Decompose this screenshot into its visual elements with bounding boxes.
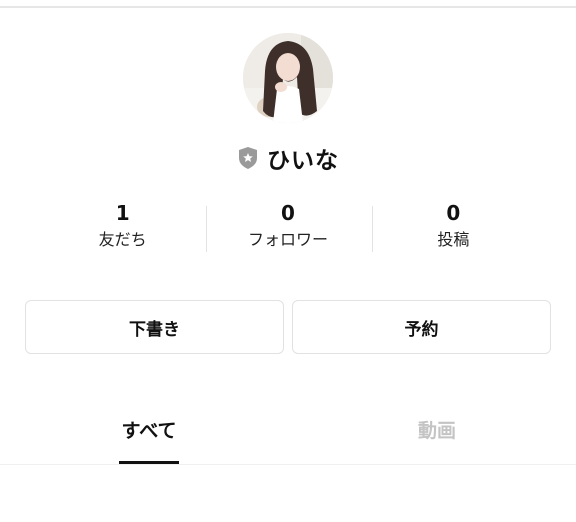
stat-posts-value: 0 bbox=[446, 201, 461, 225]
profile-page: ひいな 1 友だち 0 フォロワー 0 投稿 下書き 予約 すべて 動画 bbox=[0, 0, 576, 522]
stat-divider bbox=[372, 206, 373, 252]
profile-name-row: ひいな bbox=[0, 140, 576, 176]
tab-videos[interactable]: 動画 bbox=[387, 395, 487, 463]
stat-friends[interactable]: 1 友だち bbox=[40, 199, 205, 259]
shield-star-icon bbox=[237, 146, 259, 170]
profile-name: ひいな bbox=[267, 148, 339, 174]
drafts-button[interactable]: 下書き bbox=[25, 300, 284, 354]
stat-followers-value: 0 bbox=[281, 201, 295, 225]
tabs-divider bbox=[0, 464, 576, 465]
avatar[interactable] bbox=[243, 33, 333, 123]
stat-posts[interactable]: 0 投稿 bbox=[371, 199, 536, 259]
stat-friends-label: 友だち bbox=[98, 230, 147, 249]
scheduled-button[interactable]: 予約 bbox=[292, 300, 551, 354]
stat-posts-label: 投稿 bbox=[437, 230, 470, 249]
stat-followers-label: フォロワー bbox=[247, 230, 328, 249]
stat-divider bbox=[206, 206, 207, 252]
avatar-photo bbox=[243, 33, 333, 123]
top-divider bbox=[0, 0, 576, 8]
stat-followers[interactable]: 0 フォロワー bbox=[205, 199, 370, 259]
stat-friends-value: 1 bbox=[115, 201, 130, 225]
profile-stats: 1 友だち 0 フォロワー 0 投稿 bbox=[40, 199, 536, 259]
content-tabs: すべて 動画 bbox=[0, 395, 576, 465]
tab-all[interactable]: すべて bbox=[99, 395, 199, 463]
